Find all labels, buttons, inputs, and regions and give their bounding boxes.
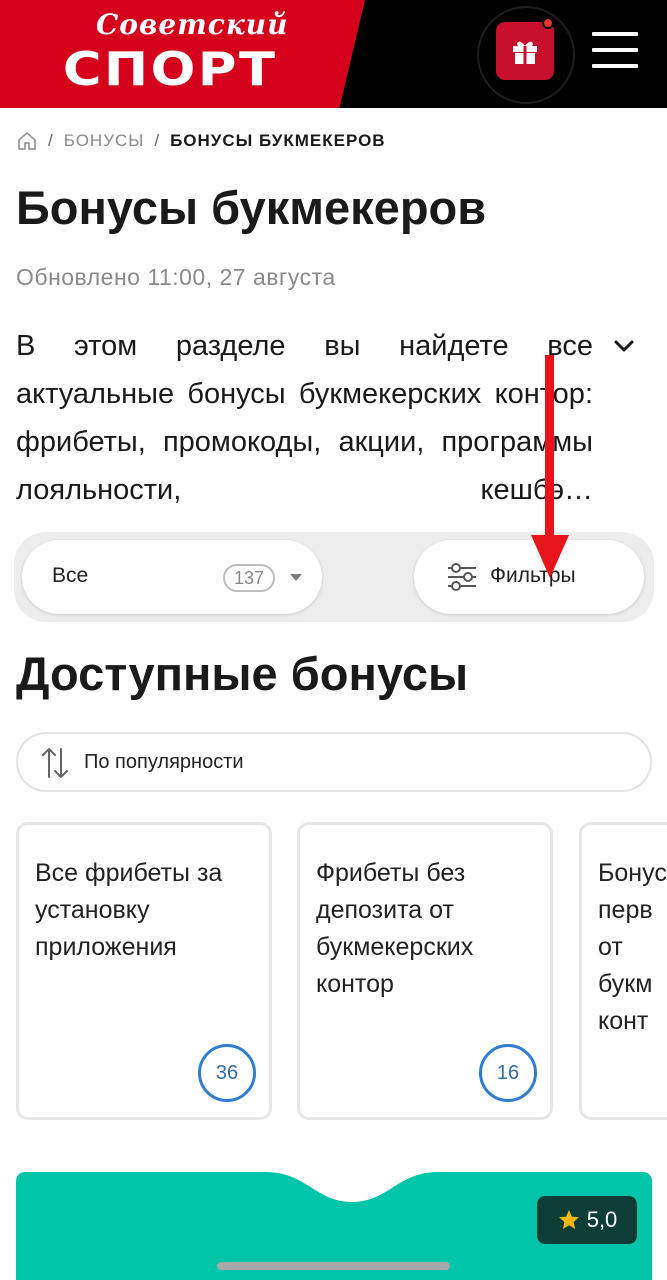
rating-value: 5,0 — [586, 1207, 618, 1232]
gift-icon — [513, 41, 537, 64]
site-header: Советский СПОРТ — [0, 0, 667, 108]
bonus-category-card[interactable]: Все фрибеты за установку приложения 36 — [16, 822, 272, 1120]
logo-main-text: СПОРТ — [62, 42, 278, 96]
breadcrumb-link-bonuses[interactable]: БОНУСЫ — [64, 131, 145, 151]
sort-select[interactable]: По популярности — [16, 732, 652, 792]
category-count-badge: 137 — [223, 564, 275, 592]
card-count-badge: 36 — [198, 1044, 256, 1102]
card-title: Фрибеты без депозита от букмекерских кон… — [316, 859, 474, 998]
category-select[interactable]: Все 137 — [22, 540, 322, 614]
updated-timestamp: Обновлено 11:00, 27 августа — [16, 264, 336, 290]
rating-badge: 5,0 — [537, 1196, 637, 1244]
chevron-down-icon[interactable] — [612, 334, 636, 358]
logo[interactable]: Советский СПОРТ — [0, 0, 365, 108]
sort-label: По популярности — [84, 751, 244, 773]
bonus-category-card[interactable]: Бонусы перв от букм конт — [579, 822, 667, 1120]
card-title: Все фрибеты за установку приложения — [35, 859, 223, 961]
star-icon — [558, 1210, 579, 1229]
card-title: Бонусы перв от букм конт — [598, 859, 667, 1035]
sliders-icon — [448, 563, 476, 591]
page-title: Бонусы букмекеров — [16, 181, 487, 234]
breadcrumb-separator: / — [154, 131, 161, 150]
logo-script-text: Советский — [96, 8, 289, 41]
card-count-badge: 16 — [479, 1044, 537, 1102]
gift-button[interactable] — [496, 22, 554, 80]
category-select-label: Все — [52, 564, 89, 587]
sort-arrows-icon — [42, 748, 68, 778]
caret-down-icon — [290, 574, 302, 581]
section-title: Доступные бонусы — [16, 647, 469, 700]
hamburger-icon[interactable] — [592, 32, 638, 68]
bonus-category-card[interactable]: Фрибеты без депозита от букмекерских кон… — [297, 822, 553, 1120]
breadcrumb: / БОНУСЫ / БОНУСЫ БУКМЕКЕРОВ — [16, 128, 386, 154]
home-icon[interactable] — [16, 130, 38, 152]
intro-text: В этом разделе вы найдете все актуальные… — [16, 330, 593, 506]
breadcrumb-separator: / — [48, 131, 54, 150]
breadcrumb-current: БОНУСЫ БУКМЕКЕРОВ — [170, 131, 386, 150]
notification-dot — [542, 17, 554, 29]
red-arrow-annotation — [531, 355, 569, 578]
home-indicator[interactable] — [217, 1262, 450, 1270]
